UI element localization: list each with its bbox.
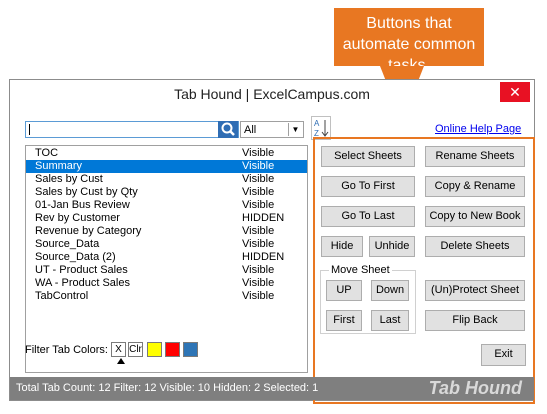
sheet-row[interactable]: TabControl Visible	[26, 290, 307, 303]
sheet-row-selected[interactable]: Summary Visible	[26, 160, 307, 173]
filter-value: All	[244, 124, 257, 136]
brand-logo-text: Tab Hound	[428, 378, 522, 398]
copy-to-new-book-button[interactable]: Copy to New Book	[425, 206, 525, 227]
sheet-row[interactable]: Sales by Cust Visible	[26, 173, 307, 186]
sheet-name: TabControl	[35, 290, 89, 302]
copy-rename-button[interactable]: Copy & Rename	[425, 176, 525, 197]
exit-button[interactable]: Exit	[481, 344, 526, 366]
rename-sheets-button[interactable]: Rename Sheets	[425, 146, 525, 167]
online-help-link[interactable]: Online Help Page	[435, 123, 521, 135]
sheet-name: Source_Data	[35, 238, 100, 250]
move-sheet-group-title: Move Sheet	[329, 264, 392, 276]
svg-text:A: A	[314, 119, 320, 128]
selected-swatch-indicator-icon	[117, 358, 125, 364]
select-sheets-button[interactable]: Select Sheets	[321, 146, 415, 167]
move-first-button[interactable]: First	[326, 310, 362, 331]
sheet-visibility: Visible	[242, 225, 275, 237]
tab-hound-dialog: Tab Hound | ExcelCampus.com ✕ All ▼ A Z …	[9, 79, 535, 404]
callout-box: Buttons that automate common tasks.	[334, 8, 484, 74]
sheet-visibility: Visible	[242, 290, 275, 302]
sheet-row[interactable]: TOC Visible	[26, 147, 307, 160]
status-stats: Total Tab Count: 12 Filter: 12 Visible: …	[16, 382, 319, 394]
sheet-name: Rev by Customer	[35, 212, 120, 224]
sheet-name: TOC	[35, 147, 59, 159]
filter-tab-colors-label: Filter Tab Colors:	[25, 344, 108, 356]
sheet-visibility: Visible	[242, 264, 275, 276]
sheet-row[interactable]: WA - Product Sales Visible	[26, 277, 307, 290]
flip-back-button[interactable]: Flip Back	[425, 310, 525, 331]
sheet-visibility: HIDDEN	[242, 251, 285, 263]
move-up-button[interactable]: UP	[326, 280, 362, 301]
clear-color-swatch[interactable]: Clr	[128, 342, 143, 357]
close-icon: ✕	[509, 84, 521, 100]
blue-color-swatch[interactable]	[183, 342, 198, 357]
sheet-row[interactable]: Sales by Cust by Qty Visible	[26, 186, 307, 199]
sheet-name: Revenue by Category	[35, 225, 142, 237]
sheet-visibility: Visible	[242, 277, 275, 289]
sheet-name: Sales by Cust by Qty	[35, 186, 138, 198]
sheet-name: UT - Product Sales	[35, 264, 128, 276]
go-to-first-button[interactable]: Go To First	[321, 176, 415, 197]
clear-filter-x-swatch[interactable]: X	[111, 342, 126, 357]
sheet-row[interactable]: 01-Jan Bus Review Visible	[26, 199, 307, 212]
sheet-row[interactable]: Source_Data (2) HIDDEN	[26, 251, 307, 264]
sheet-visibility: Visible	[242, 147, 275, 159]
go-to-last-button[interactable]: Go To Last	[321, 206, 415, 227]
status-bar: Total Tab Count: 12 Filter: 12 Visible: …	[10, 377, 534, 400]
sheet-name: Summary	[35, 160, 83, 172]
sheet-name: Source_Data (2)	[35, 251, 116, 263]
sheet-visibility: Visible	[242, 186, 275, 198]
red-color-swatch[interactable]	[165, 342, 180, 357]
hide-button[interactable]: Hide	[321, 236, 363, 257]
sheet-visibility: Visible	[242, 199, 275, 211]
move-last-button[interactable]: Last	[371, 310, 409, 331]
text-cursor	[29, 124, 30, 135]
sheet-visibility: Visible	[242, 238, 275, 250]
move-down-button[interactable]: Down	[371, 280, 409, 301]
sheet-row[interactable]: Revenue by Category Visible	[26, 225, 307, 238]
search-input[interactable]	[25, 121, 239, 138]
sheet-row[interactable]: UT - Product Sales Visible	[26, 264, 307, 277]
sheet-visibility: Visible	[242, 160, 275, 172]
sheet-visibility: HIDDEN	[242, 212, 285, 224]
sheet-name: 01-Jan Bus Review	[35, 199, 130, 211]
unprotect-sheet-button[interactable]: (Un)Protect Sheet	[425, 280, 525, 301]
unhide-button[interactable]: Unhide	[369, 236, 415, 257]
sheet-row[interactable]: Rev by Customer HIDDEN	[26, 212, 307, 225]
sheet-name: WA - Product Sales	[35, 277, 130, 289]
window-title: Tab Hound | ExcelCampus.com	[174, 86, 370, 102]
sheet-row[interactable]: Source_Data Visible	[26, 238, 307, 251]
chevron-down-icon: ▼	[288, 123, 302, 136]
sheet-visibility: Visible	[242, 173, 275, 185]
sheet-name: Sales by Cust	[35, 173, 103, 185]
yellow-color-swatch[interactable]	[147, 342, 162, 357]
search-icon[interactable]	[218, 121, 238, 138]
close-button[interactable]: ✕	[500, 82, 530, 102]
delete-sheets-button[interactable]: Delete Sheets	[425, 236, 525, 257]
sheet-list[interactable]: TOC Visible Summary Visible Sales by Cus…	[25, 145, 308, 373]
visibility-filter-dropdown[interactable]: All ▼	[240, 121, 304, 138]
